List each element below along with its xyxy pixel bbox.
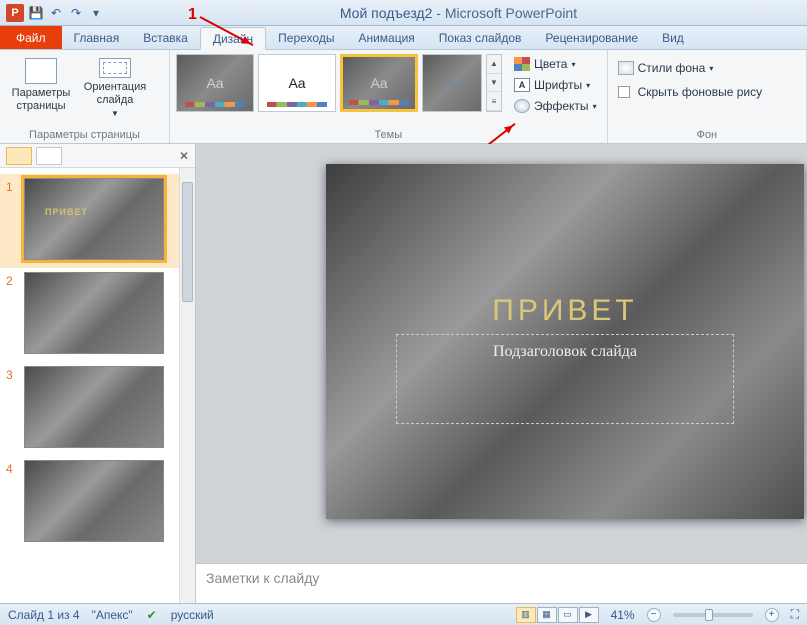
orientation-icon [99,58,131,78]
editor-area: ПРИВЕТ Подзаголовок слайда Заметки к сла… [196,144,807,603]
thumbnails-list: 1 ПРИВЕТ 2 3 4 [0,168,195,603]
theme-thumb-4[interactable]: Aa [422,54,482,112]
save-icon[interactable]: 💾 [28,5,44,21]
scroll-up-icon[interactable]: ▲ [487,55,501,74]
effects-icon [514,99,530,113]
colors-icon [514,57,530,71]
theme-fonts-button[interactable]: AШрифты ▾ [510,75,601,95]
notes-pane[interactable]: Заметки к слайду [196,563,807,603]
thumbnails-scrollbar[interactable] [179,168,195,603]
themes-gallery-scroll[interactable]: ▲ ▼ ≡ [486,54,502,112]
tab-view[interactable]: Вид [650,26,696,49]
status-slide-count: Слайд 1 из 4 [8,608,80,622]
close-pane-icon[interactable]: ✕ [179,149,189,163]
redo-icon[interactable]: ↷ [68,5,84,21]
slide-canvas-area[interactable]: ПРИВЕТ Подзаголовок слайда [196,144,807,563]
reading-view-button[interactable]: ▭ [558,607,578,623]
fit-to-window-button[interactable]: ⛶ [791,607,799,622]
checkbox-icon [618,86,630,98]
thumbnail-2[interactable]: 2 [0,268,195,362]
zoom-in-button[interactable]: + [765,608,779,622]
thumbnails-pane: ✕ 1 ПРИВЕТ 2 3 4 [0,144,196,603]
gallery-expand-icon[interactable]: ≡ [487,92,501,111]
normal-view-button[interactable]: ▥ [516,607,536,623]
view-buttons: ▥ ▦ ▭ ▶ [516,607,599,623]
thumbnail-1[interactable]: 1 ПРИВЕТ [0,174,195,268]
theme-effects-button[interactable]: Эффекты ▾ [510,96,601,116]
theme-colors-button[interactable]: Цвета ▾ [510,54,601,74]
fonts-icon: A [514,78,530,92]
scroll-down-icon[interactable]: ▼ [487,74,501,93]
thumbnail-preview [24,272,164,354]
ribbon-tabs: Файл Главная Вставка Дизайн Переходы Ани… [0,26,807,50]
zoom-slider[interactable] [673,613,753,617]
group-label-background: Фон [614,127,800,143]
thumbnails-header: ✕ [0,144,195,168]
tab-animations[interactable]: Анимация [346,26,426,49]
tab-slideshow[interactable]: Показ слайдов [427,26,534,49]
app-name: Microsoft PowerPoint [445,5,577,21]
workspace: ✕ 1 ПРИВЕТ 2 3 4 ПРИВЕТ [0,144,807,603]
group-background: Стили фона ▾ Скрыть фоновые рису Фон [608,50,807,143]
hide-background-checkbox[interactable]: Скрыть фоновые рису [614,82,767,102]
quick-access-toolbar: P 💾 ↶ ↷ ▾ [0,4,110,22]
thumbnail-3[interactable]: 3 [0,362,195,456]
theme-thumb-1[interactable]: Aa [176,54,254,112]
tab-design[interactable]: Дизайн [200,27,266,50]
outline-view-button[interactable] [36,147,62,165]
title-bar: P 💾 ↶ ↷ ▾ Мой подъезд2 - Microsoft Power… [0,0,807,26]
powerpoint-app-icon[interactable]: P [6,4,24,22]
qat-dropdown-icon[interactable]: ▾ [88,5,104,21]
tab-insert[interactable]: Вставка [131,26,200,49]
undo-icon[interactable]: ↶ [48,5,64,21]
slide[interactable]: ПРИВЕТ Подзаголовок слайда [326,164,804,519]
theme-thumb-selected[interactable]: Aa [340,54,418,112]
group-label-page-setup: Параметры страницы [6,127,163,143]
group-label-themes: Темы [176,127,601,143]
slideshow-view-button[interactable]: ▶ [579,607,599,623]
window-title: Мой подъезд2 - Microsoft PowerPoint [110,5,807,21]
group-themes: Aa Aa Aa Aa ▲ ▼ ≡ Цвета ▾ AШрифты ▾ Эффе… [170,50,608,143]
theme-thumb-2[interactable]: Aa [258,54,336,112]
status-theme: "Апекс" [92,608,133,622]
ribbon: Параметры страницы Ориентация слайда▼ Па… [0,50,807,144]
zoom-out-button[interactable]: − [647,608,661,622]
scrollbar-handle[interactable] [182,182,193,302]
slides-view-button[interactable] [6,147,32,165]
tab-transitions[interactable]: Переходы [266,26,346,49]
thumbnail-preview: ПРИВЕТ [24,178,164,260]
page-setup-button[interactable]: Параметры страницы [6,54,76,120]
thumbnail-4[interactable]: 4 [0,456,195,550]
sorter-view-button[interactable]: ▦ [537,607,557,623]
status-bar: Слайд 1 из 4 "Апекс" ✔ русский ▥ ▦ ▭ ▶ 4… [0,603,807,625]
bg-styles-icon [618,61,634,75]
group-page-setup: Параметры страницы Ориентация слайда▼ Па… [0,50,170,143]
slide-subtitle-placeholder[interactable]: Подзаголовок слайда [396,334,734,424]
background-styles-button[interactable]: Стили фона ▾ [614,58,718,78]
thumbnail-preview [24,460,164,542]
slide-title[interactable]: ПРИВЕТ [326,294,804,328]
file-tab[interactable]: Файл [0,26,62,49]
slide-subtitle-text: Подзаголовок слайда [493,343,637,361]
slide-orientation-button[interactable]: Ориентация слайда▼ [80,54,150,120]
page-setup-icon [25,58,57,84]
spellcheck-icon[interactable]: ✔ [145,608,159,622]
zoom-level[interactable]: 41% [611,608,635,622]
thumbnail-preview [24,366,164,448]
status-language[interactable]: русский [171,608,214,622]
document-name: Мой подъезд2 [340,5,433,21]
zoom-slider-knob[interactable] [705,609,713,621]
tab-review[interactable]: Рецензирование [533,26,650,49]
tab-home[interactable]: Главная [62,26,132,49]
